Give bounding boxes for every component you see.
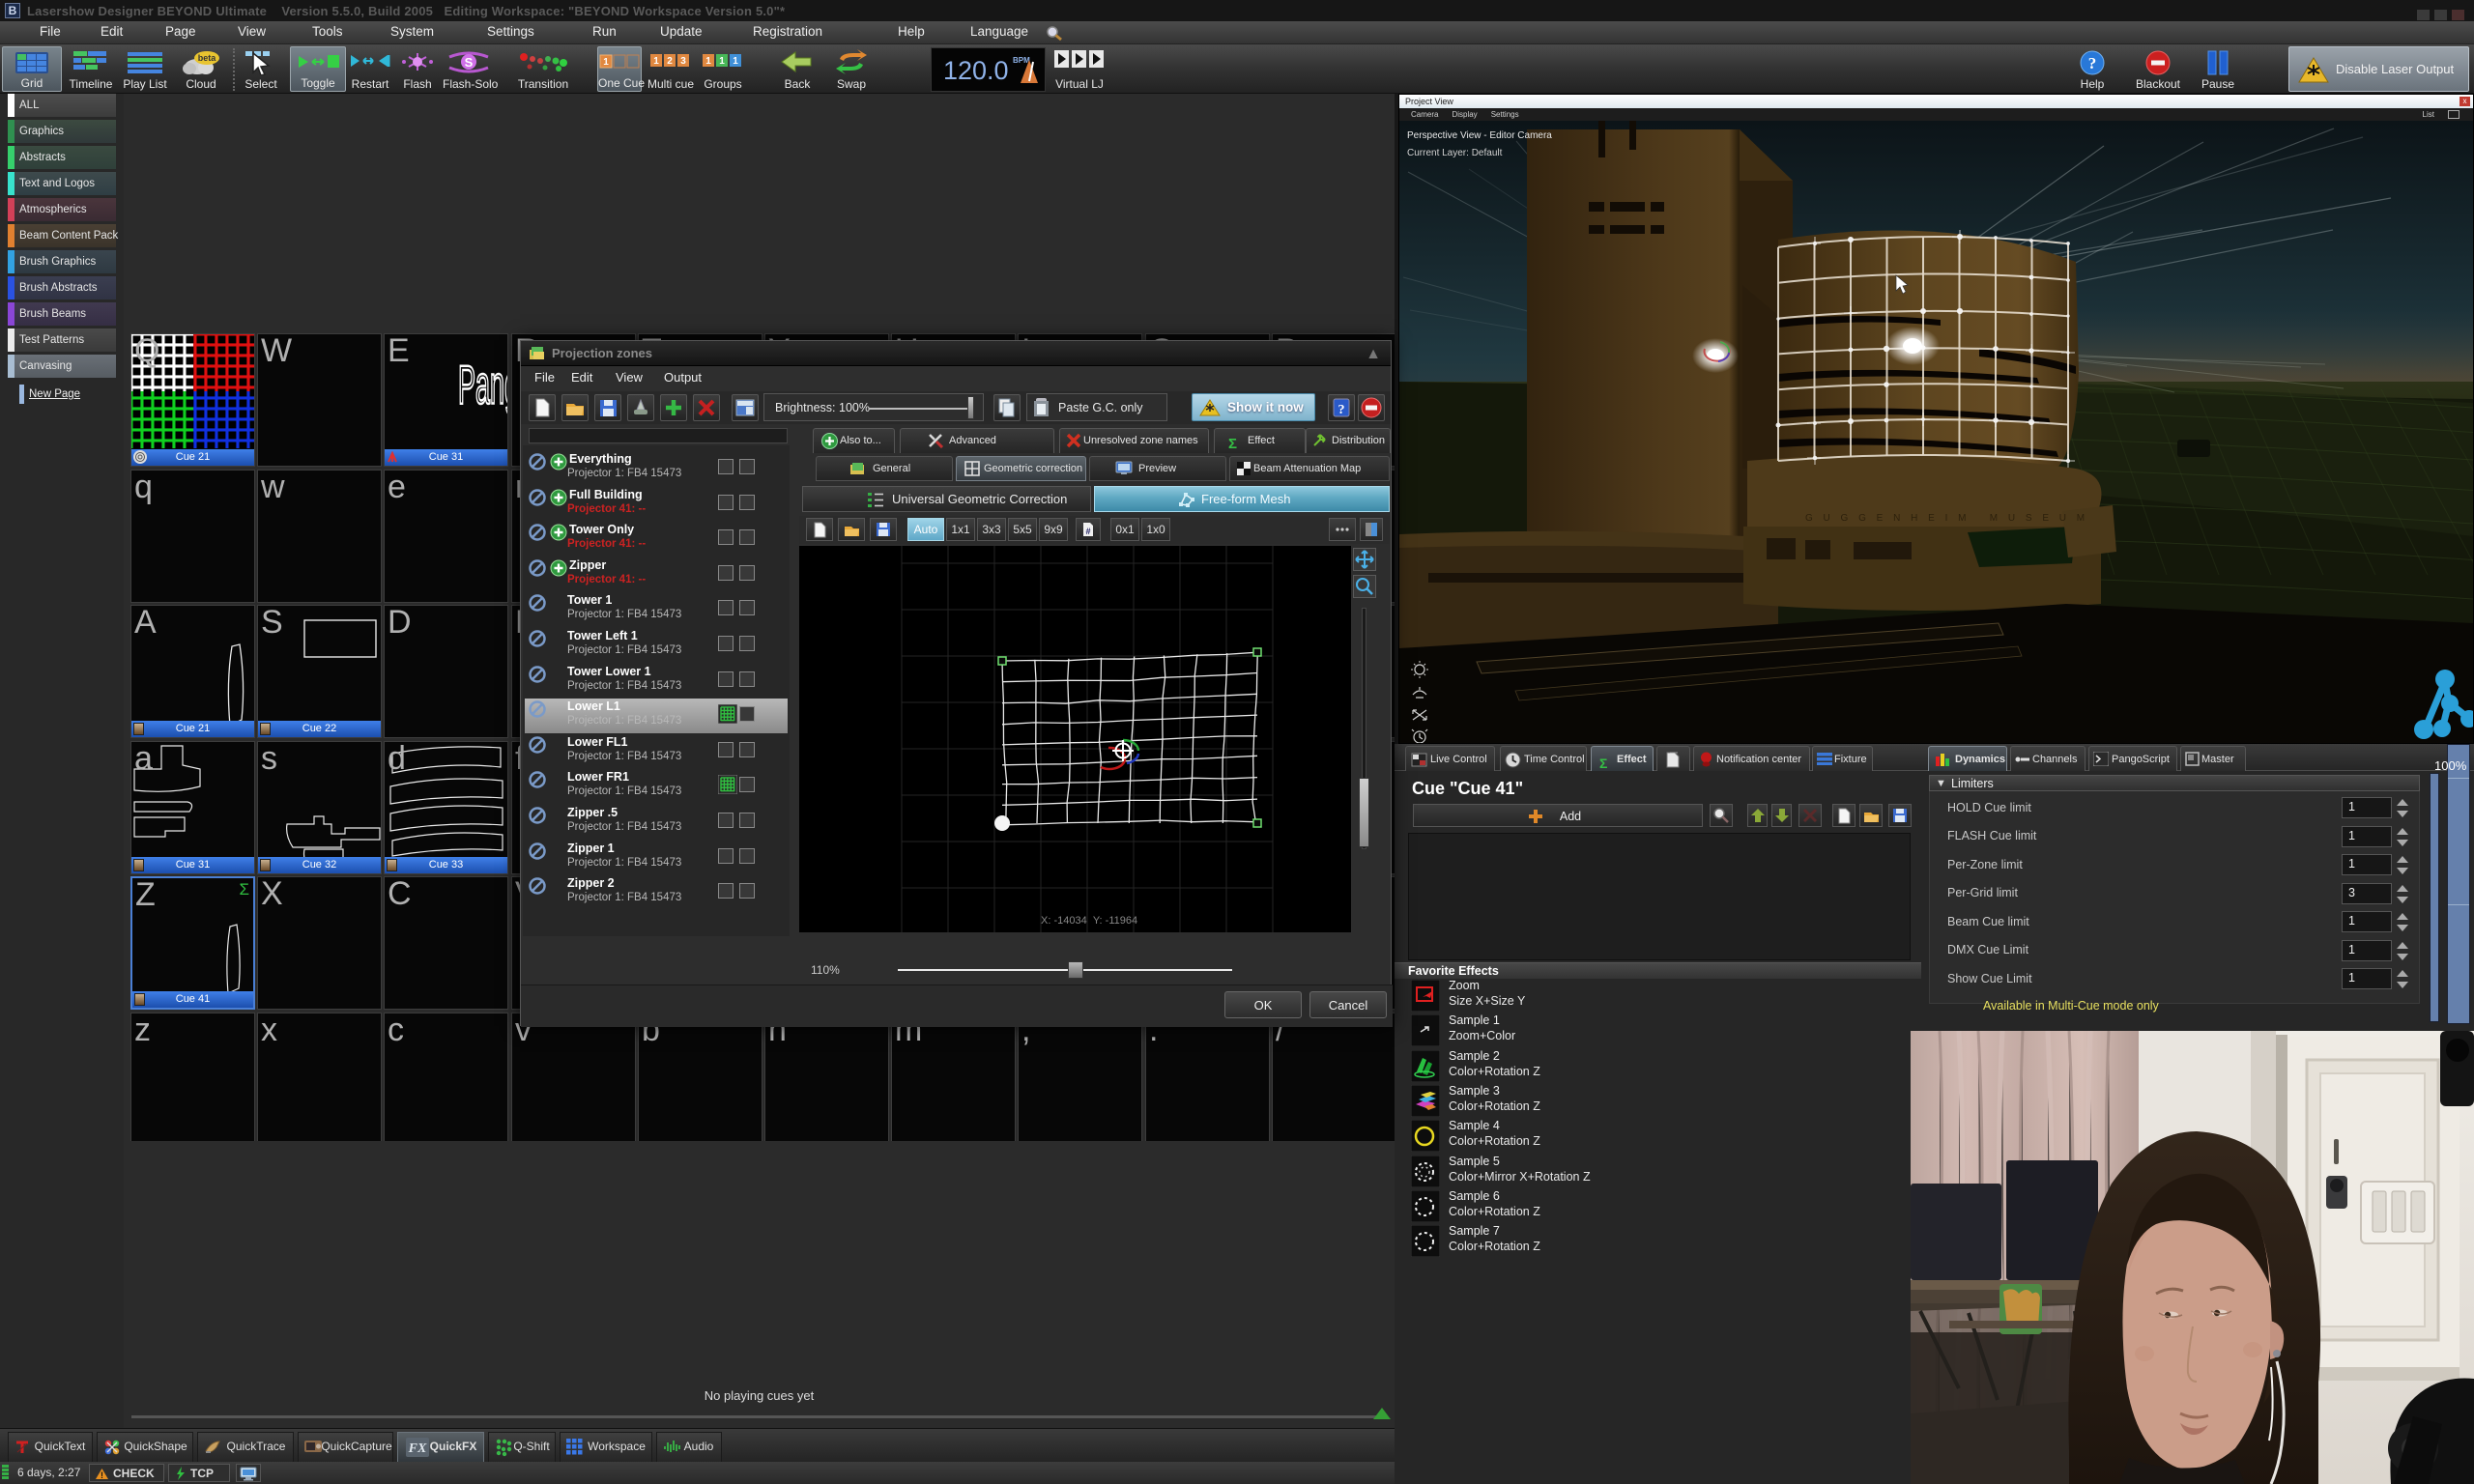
svg-text:1: 1 [733, 56, 738, 67]
svg-text:Perspective View - Editor Came: Perspective View - Editor Camera [1407, 130, 1552, 141]
svg-text:S: S [465, 55, 474, 70]
svg-text:Current Layer: Default: Current Layer: Default [1407, 148, 1503, 158]
svg-text:FX: FX [408, 1441, 427, 1456]
svg-text:1: 1 [603, 57, 609, 68]
svg-text:!: ! [101, 1470, 103, 1480]
svg-text:Pango: Pango [458, 356, 507, 416]
svg-text:3: 3 [680, 56, 686, 67]
svg-text:2: 2 [667, 56, 673, 67]
svg-text:1: 1 [653, 56, 659, 67]
svg-text:1: 1 [705, 56, 711, 67]
svg-text:1: 1 [719, 56, 725, 67]
svg-text:?: ? [2088, 54, 2097, 72]
svg-text:#: # [1085, 527, 1090, 536]
svg-text:?: ? [1338, 403, 1345, 417]
svg-text:G U G G E N H E I M M U S E: G U G G E N H E I M M U S E U M [1805, 513, 2088, 524]
svg-text:beta: beta [198, 53, 217, 63]
